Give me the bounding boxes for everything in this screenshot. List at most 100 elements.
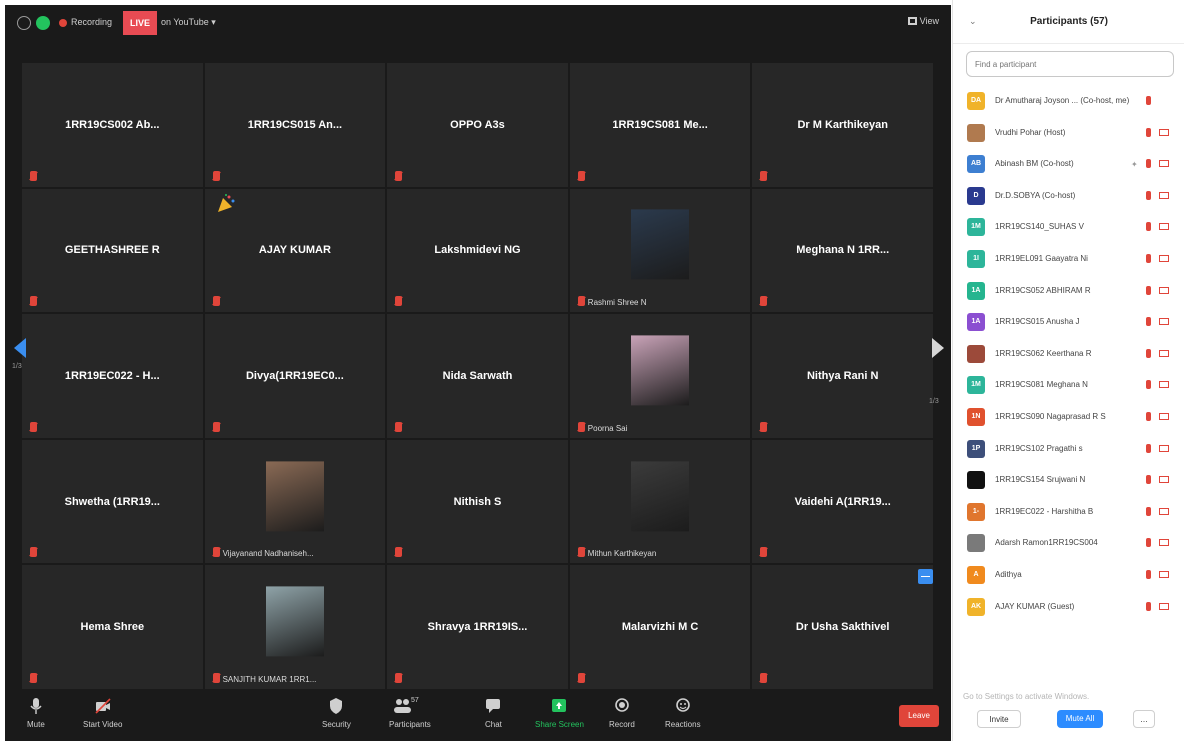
tile-participant-name: GEETHASHREE R [64,244,160,257]
video-tile[interactable]: 1RR19CS002 Ab... [22,63,203,187]
record-button[interactable]: Record [609,697,635,729]
next-page-indicator: 1/3 [929,398,939,405]
muted-microphone-icon [30,296,37,307]
video-tile[interactable]: Dr M Karthikeyan [752,63,933,187]
video-tile[interactable]: Shravya 1RR19IS... [387,565,568,689]
avatar [967,471,985,490]
live-on-youtube-dropdown[interactable]: on YouTube ▾ [161,17,216,28]
participant-name: 1RR19EC022 - Harshitha B [995,506,1094,516]
video-tile[interactable]: Poorna Sai [569,314,751,438]
mute-all-button[interactable]: Mute All [1057,710,1103,728]
muted-microphone-icon [1146,222,1151,232]
video-tile[interactable]: 1RR19EC022 - H... [22,314,203,438]
muted-microphone-icon [1146,601,1151,611]
photo-avatar-4 [631,460,690,531]
video-tile[interactable]: Lakshmidevi NG [387,188,568,313]
view-button[interactable]: View [907,16,939,26]
muted-microphone-icon [577,296,585,307]
participants-count: 57 [411,697,419,704]
video-tile[interactable]: OPPO A3s [387,63,568,187]
zoom-window: Recording LIVE on YouTube ▾ View 1RR19CS… [0,0,1184,741]
photo-avatar-2 [631,335,690,406]
participant-row[interactable]: 1RR19CS154 Srujwani N [953,465,1184,497]
participant-row[interactable]: 1A 1RR19CS015 Anusha J [953,307,1184,339]
participant-row[interactable]: Adarsh Ramon1RR19CS004 [953,528,1184,560]
video-tile[interactable]: GEETHASHREE R [22,188,203,313]
live-badge[interactable]: LIVE [123,11,157,35]
tile-bottom-name: Mithun Karthikeyan [587,549,657,559]
participant-row[interactable]: AK AJAY KUMAR (Guest) [953,592,1184,624]
participant-row[interactable]: 1I 1RR19EL091 Gaayatra Ni [953,244,1184,276]
video-tile[interactable]: Malarvizhi M C [569,565,751,689]
participant-row[interactable]: 1N 1RR19CS090 Nagaprasad R S [953,402,1184,434]
mute-button[interactable]: Mute [27,697,45,729]
tile-participant-name: Meghana N 1RR... [796,244,890,257]
microphone-icon [28,697,44,715]
encryption-shield-icon[interactable] [36,16,50,30]
participant-name: 1RR19CS062 Keerthana R [995,348,1092,358]
participant-row[interactable]: D Dr.D.SOBYA (Co-host) [953,181,1184,213]
participant-row[interactable]: 1A 1RR19CS052 ABHIRAM R [953,276,1184,308]
video-tile[interactable]: Vaidehi A(1RR19... [752,439,933,564]
participant-name: 1RR19CS052 ABHIRAM R [995,285,1091,295]
recording-label[interactable]: Recording [71,17,112,27]
participant-name: 1RR19CS154 Srujwani N [995,475,1086,485]
participant-row[interactable]: 1P 1RR19CS102 Pragathi s [953,434,1184,466]
participant-row[interactable]: 1RR19CS062 Keerthana R [953,339,1184,371]
record-icon [614,697,630,715]
muted-microphone-icon [760,296,768,307]
share-screen-button[interactable]: Share Screen [535,697,584,729]
participant-row[interactable]: DA Dr Amutharaj Joyson ... (Co-host, me) [953,86,1184,118]
previous-page-arrow-icon[interactable] [14,338,26,358]
participant-row[interactable]: A Adithya [953,560,1184,592]
video-tile[interactable]: Divya(1RR19EC0... [204,314,386,438]
participants-label: Participants [389,720,431,729]
muted-microphone-icon [1146,538,1151,548]
participant-row[interactable]: 1M 1RR19CS140_SUHAS V [953,212,1184,244]
video-tile[interactable]: Meghana N 1RR... [752,188,933,313]
video-tile[interactable]: Hema Shree [22,565,203,689]
participant-row[interactable]: AB Abinash BM (Co-host) ✦ [953,149,1184,181]
participant-row[interactable]: Vrudhi Pohar (Host) [953,118,1184,150]
video-tile[interactable]: Shwetha (1RR19... [22,439,203,564]
muted-microphone-icon [760,170,768,181]
more-options-button[interactable]: ... [1133,710,1155,728]
avatar [967,534,985,553]
invite-button[interactable]: Invite [977,710,1021,728]
muted-microphone-icon [30,672,37,683]
photo-avatar-3 [265,460,324,531]
participant-name: 1RR19CS102 Pragathi s [995,443,1083,453]
security-button[interactable]: Security [322,697,351,729]
chat-button[interactable]: Chat [485,697,502,729]
participant-row[interactable]: 1- 1RR19EC022 - Harshitha B [953,497,1184,529]
video-tile[interactable]: AJAY KUMAR [204,188,386,313]
security-shield-icon [328,697,344,715]
video-tile[interactable]: Nithish S [387,439,568,564]
muted-microphone-icon [760,547,768,558]
participant-search-input[interactable] [966,51,1174,77]
video-tile[interactable]: Dr Usha Sakthivel [752,565,933,689]
tile-participant-name: Lakshmidevi NG [434,244,521,257]
video-tile[interactable]: SANJITH KUMAR 1RR1... [204,565,386,689]
video-off-icon [95,697,111,715]
leave-button[interactable]: Leave [899,705,939,727]
video-tile[interactable]: Rashmi Shree N [569,188,751,313]
next-page-arrow-icon[interactable] [932,338,944,358]
minimize-icon[interactable] [918,569,933,584]
start-video-button[interactable]: Start Video [83,697,122,729]
reactions-button[interactable]: Reactions [665,697,701,729]
muted-microphone-icon [1146,190,1151,200]
avatar: DA [967,92,985,110]
video-tile[interactable]: Nida Sarwath [387,314,568,438]
participant-row[interactable]: 1M 1RR19CS081 Meghana N [953,370,1184,402]
video-tile[interactable]: 1RR19CS015 An... [204,63,386,187]
muted-microphone-icon [212,421,220,432]
video-tile[interactable]: Vijayanand Nadhaniseh... [204,439,386,564]
info-icon[interactable] [17,16,31,30]
video-tile[interactable]: Mithun Karthikeyan [569,439,751,564]
video-tile[interactable]: 1RR19CS081 Me... [569,63,751,187]
video-off-icon [1159,412,1169,420]
video-tile[interactable]: Nithya Rani N [752,314,933,438]
tile-participant-name: Nida Sarwath [442,369,513,382]
participants-button[interactable]: Participants 57 [389,697,431,729]
